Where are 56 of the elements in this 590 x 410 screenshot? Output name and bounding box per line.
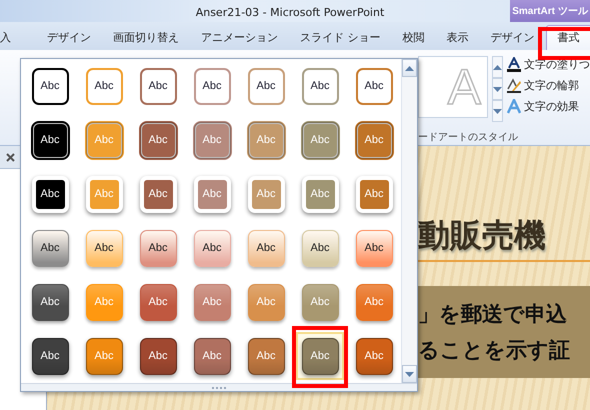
style-swatch[interactable]: Abc	[356, 122, 392, 158]
style-swatch[interactable]: Abc	[248, 230, 284, 266]
style-swatch[interactable]: Abc	[248, 338, 284, 374]
style-swatch[interactable]: Abc	[32, 230, 68, 266]
group-label: ードアートのスタイル	[418, 131, 519, 144]
style-swatch[interactable]: Abc	[194, 68, 230, 104]
down-arrow-icon	[493, 86, 502, 92]
ribbon-tab[interactable]: デザイン	[36, 26, 102, 50]
style-swatch[interactable]: Abc	[140, 230, 176, 266]
down-arrow-icon	[405, 372, 414, 376]
style-swatch[interactable]: Abc	[302, 338, 338, 374]
ribbon-command[interactable]: 文字の輪郭	[507, 77, 590, 94]
style-swatch[interactable]: Abc	[248, 68, 284, 104]
style-swatch[interactable]: Abc	[140, 338, 176, 374]
slide-text: 」を郵送で申込	[418, 301, 568, 328]
style-swatch[interactable]: Abc	[194, 230, 230, 266]
up-arrow-icon	[405, 66, 414, 70]
close-icon[interactable]	[6, 152, 15, 162]
style-swatch[interactable]: Abc	[32, 68, 68, 104]
style-swatch[interactable]: Abc	[86, 68, 122, 104]
up-arrow-icon	[493, 64, 502, 70]
pencil-icon	[507, 78, 521, 93]
slide-text: ることを示す証	[418, 337, 571, 364]
style-swatch[interactable]: Abc	[302, 68, 338, 104]
text-fill-icon	[507, 57, 521, 72]
scroll-down-button[interactable]	[402, 365, 417, 383]
ribbon-tab[interactable]: 入	[0, 26, 22, 50]
style-swatch[interactable]: Abc	[32, 122, 68, 158]
style-swatch[interactable]: Abc	[32, 338, 68, 374]
ribbon-command[interactable]: 文字の効果	[507, 98, 590, 115]
style-swatch[interactable]: Abc	[86, 230, 122, 266]
ribbon-tab[interactable]: スライド ショー	[289, 26, 392, 50]
style-swatch[interactable]: Abc	[140, 122, 176, 158]
down-arrow-icon	[493, 108, 502, 114]
style-swatch[interactable]: Abc	[140, 68, 176, 104]
window-title: Anser21-03 - Microsoft PowerPoint	[194, 5, 386, 21]
style-swatch[interactable]: Abc	[32, 284, 68, 320]
ribbon-tab[interactable]: 表示	[436, 26, 480, 50]
highlight-frame	[292, 326, 348, 388]
scroll-up-button[interactable]	[402, 59, 417, 77]
style-swatch[interactable]: Abc	[356, 338, 392, 374]
ribbon-tab[interactable]: 画面切り替え	[102, 26, 190, 50]
more-button[interactable]	[492, 100, 503, 122]
ribbon-tab[interactable]: 校閲	[392, 26, 436, 50]
style-swatch[interactable]: Abc	[140, 284, 176, 320]
style-swatch[interactable]: Abc	[302, 230, 338, 266]
contextual-tab-group: SmartArt ツール	[510, 0, 590, 22]
ribbon-tab[interactable]: アニメーション	[190, 26, 289, 50]
style-swatch[interactable]: Abc	[356, 68, 392, 104]
style-swatch[interactable]: Abc	[356, 230, 392, 266]
resize-grip[interactable]	[21, 383, 417, 391]
ribbon-tab[interactable]: デザイン	[480, 26, 546, 50]
scroll-up-button[interactable]	[492, 56, 503, 78]
style-swatch[interactable]: Abc	[194, 338, 230, 374]
scroll-down-button[interactable]	[492, 78, 503, 100]
text-effect-icon	[507, 99, 521, 114]
